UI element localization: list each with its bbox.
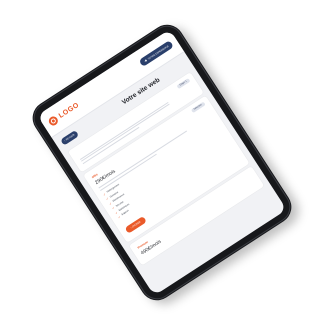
choose-button[interactable]: › CHOISIR bbox=[124, 216, 147, 235]
back-button[interactable]: ‹ RETOUR bbox=[60, 130, 79, 146]
logo-icon bbox=[46, 114, 60, 127]
tablet-screen: LOGO ◀ VOTRE EXPERIENCE ‹ RETOUR Votre s… bbox=[37, 29, 287, 296]
stage: LOGO ◀ VOTRE EXPERIENCE ‹ RETOUR Votre s… bbox=[0, 0, 324, 324]
tablet-device: LOGO ◀ VOTRE EXPERIENCE ‹ RETOUR Votre s… bbox=[26, 18, 298, 307]
logo-text: LOGO bbox=[57, 101, 81, 120]
back-button-label: RETOUR bbox=[65, 133, 76, 142]
experience-button-label: VOTRE EXPERIENCE bbox=[147, 44, 170, 61]
check-icon: ✓ bbox=[116, 214, 122, 220]
arrow-left-icon: ◀ bbox=[143, 58, 148, 63]
choose-button-label: CHOISIR bbox=[131, 220, 142, 229]
